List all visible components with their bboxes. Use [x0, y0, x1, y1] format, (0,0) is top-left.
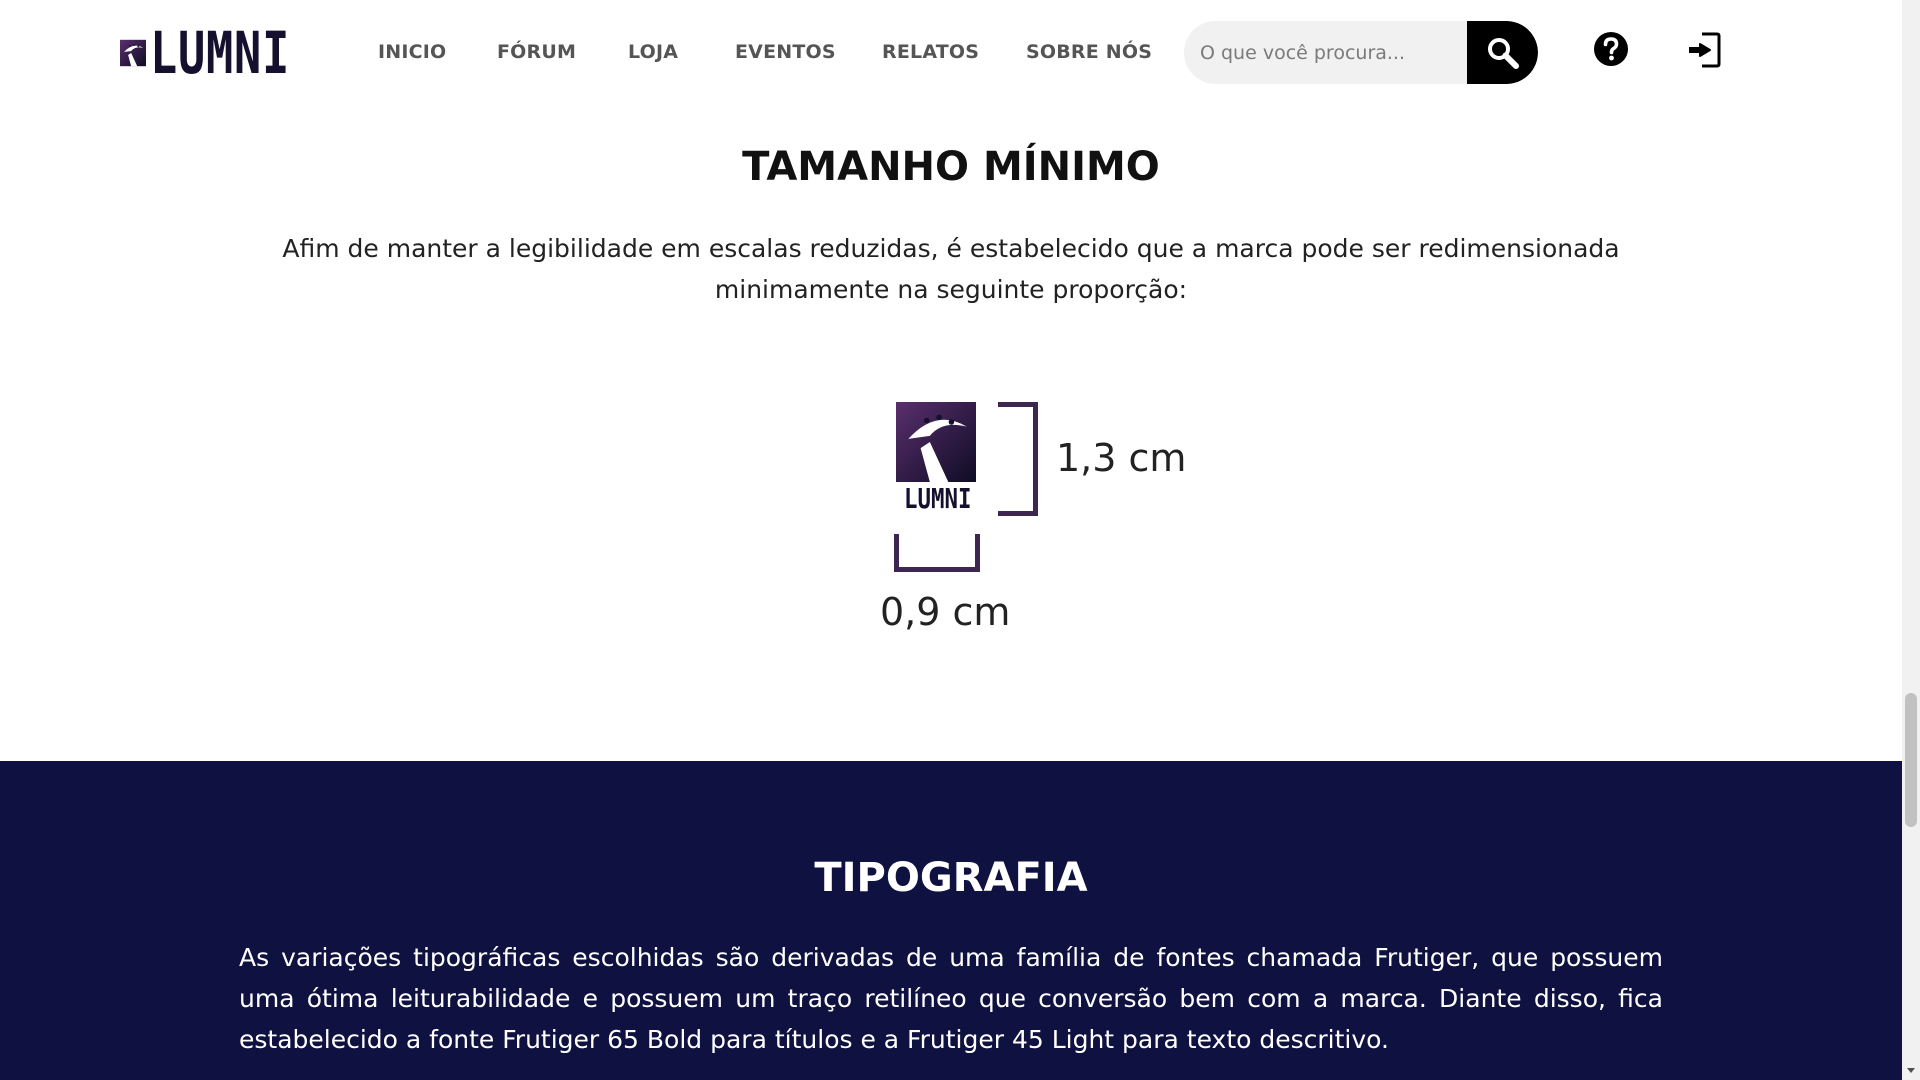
min-size-diagram: LUMNI 1,3 cm 0,9 cm [870, 394, 1210, 634]
scrollbar-thumb[interactable] [1905, 693, 1917, 827]
logo-mark-icon [896, 402, 976, 482]
width-label: 0,9 cm [880, 590, 1011, 634]
section-title: TIPOGRAFIA [814, 855, 1088, 901]
nav-item-sobre-nos[interactable]: SOBRE NÓS [1026, 41, 1152, 63]
nav-item-inicio[interactable]: INICIO [378, 41, 446, 63]
section-description: As variações tipográficas escolhidas são… [239, 943, 1663, 1054]
search-button[interactable] [1467, 21, 1538, 84]
logo-mark-icon [120, 39, 147, 67]
width-bracket [894, 534, 980, 572]
nav-item-eventos[interactable]: EVENTOS [735, 41, 836, 63]
height-bracket [998, 402, 1038, 516]
sign-in-icon[interactable] [1686, 31, 1722, 69]
height-label: 1,3 cm [1056, 436, 1187, 480]
min-size-section: TAMANHO MÍNIMO Afim de manter a legibili… [0, 104, 1902, 761]
section-description: Afim de manter a legibilidade em escalas… [282, 234, 1620, 304]
logo-wordmark: LUMNI [150, 19, 291, 87]
nav-item-relatos[interactable]: RELATOS [882, 41, 979, 63]
page-scrollbar[interactable] [1902, 0, 1920, 1080]
question-circle-icon[interactable] [1593, 31, 1629, 67]
search-bar [1184, 21, 1538, 84]
nav-item-loja[interactable]: LOJA [628, 41, 678, 63]
nav-item-forum[interactable]: FÓRUM [497, 41, 576, 63]
mini-logo-wordmark: LUMNI [904, 482, 972, 515]
typography-section: TIPOGRAFIA As variações tipográficas esc… [0, 761, 1902, 1080]
site-header: LUMNI INICIO FÓRUM LOJA EVENTOS RELATOS … [0, 0, 1902, 104]
search-input[interactable] [1184, 21, 1468, 84]
mini-logo: LUMNI [896, 402, 976, 514]
scroll-down-arrow-icon[interactable] [1905, 1064, 1917, 1076]
section-title: TAMANHO MÍNIMO [742, 144, 1160, 190]
search-icon [1487, 37, 1519, 69]
logo[interactable]: LUMNI [120, 19, 330, 87]
